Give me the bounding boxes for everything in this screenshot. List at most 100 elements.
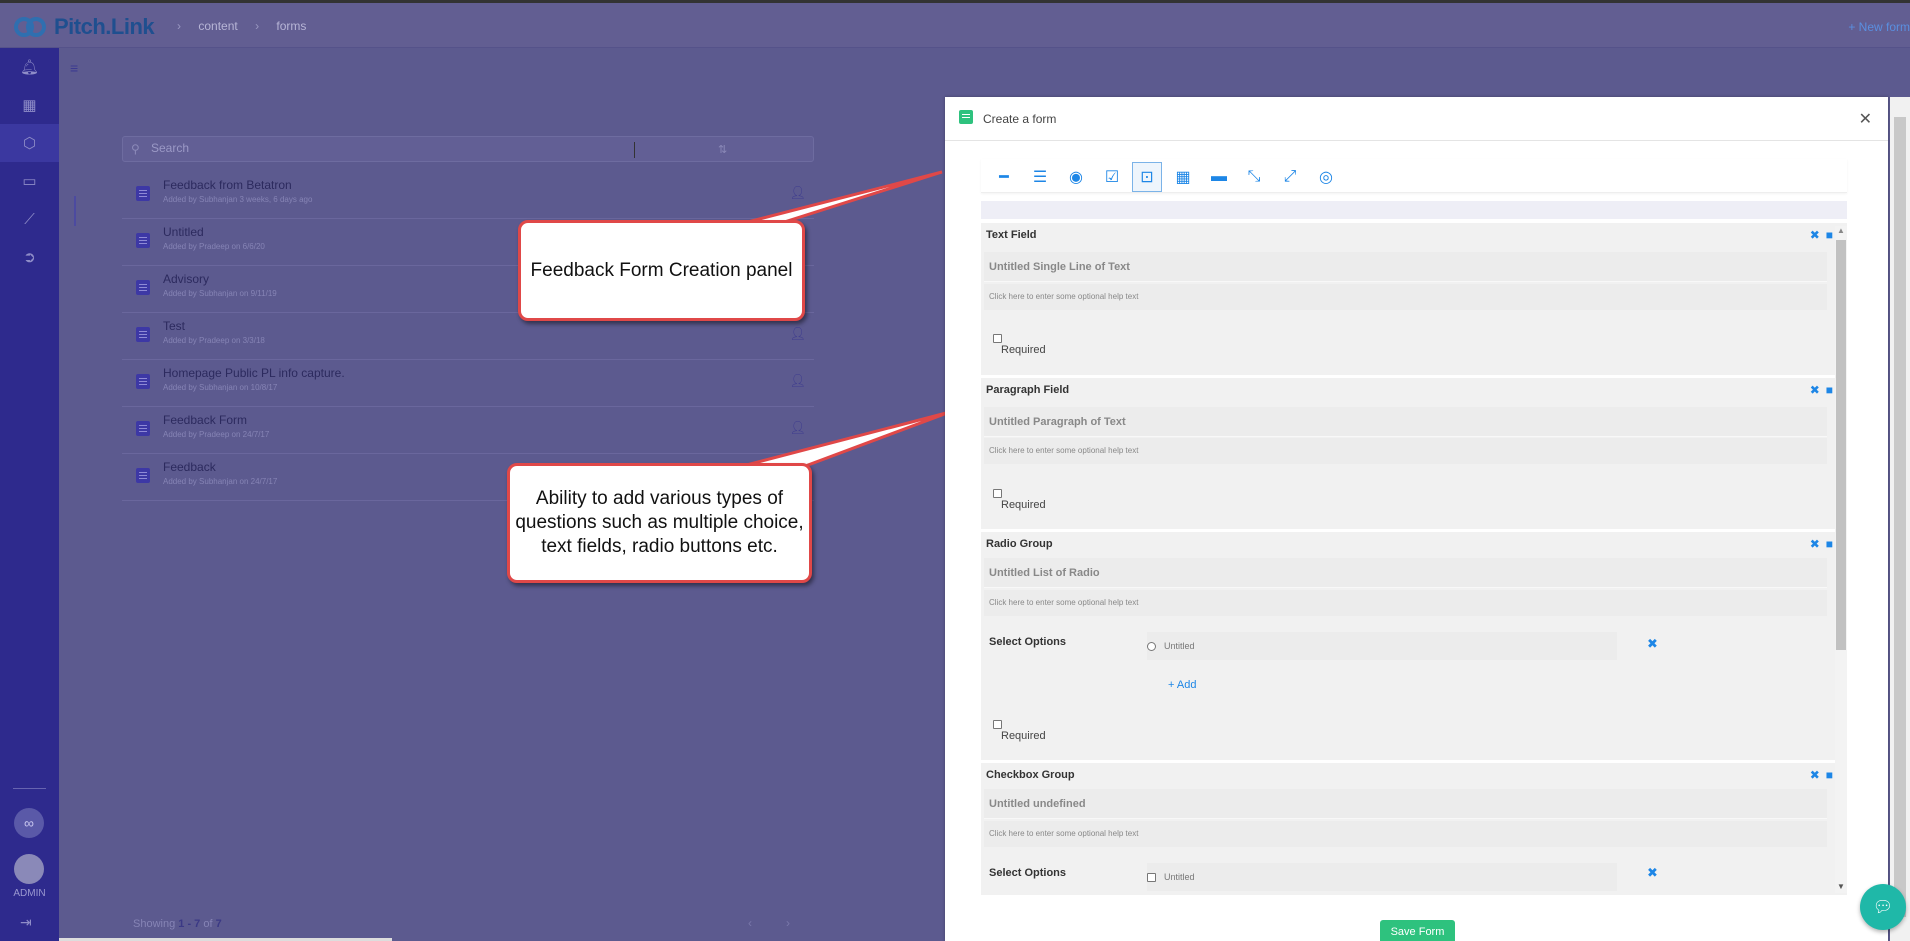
logout-icon[interactable]: ⇥: [20, 914, 32, 931]
checkbox-group-section[interactable]: Checkbox Group ✖ ■ Untitled undefined Cli…: [981, 763, 1847, 895]
checkbox-icon[interactable]: ☑: [1097, 162, 1127, 192]
new-form-link[interactable]: + New form: [1848, 20, 1910, 34]
assign-user-icon[interactable]: 👤︎: [789, 185, 806, 201]
remove-icon[interactable]: ✖: [1810, 537, 1820, 551]
chat-icon[interactable]: 💬︎: [1860, 884, 1906, 930]
option-row[interactable]: Untitled: [1147, 863, 1617, 891]
required-checkbox[interactable]: [993, 334, 1002, 343]
save-form-button[interactable]: Save Form: [1380, 920, 1455, 941]
pager-range: 1 - 7: [178, 918, 201, 930]
field-label-input[interactable]: Untitled List of Radio: [984, 558, 1827, 588]
radio-group-section[interactable]: Radio Group ✖ ■ Untitled List of Radio Cl…: [981, 532, 1847, 763]
assign-user-icon[interactable]: 👤︎: [789, 326, 806, 342]
folder-icon[interactable]: ■: [1826, 768, 1833, 782]
cube-icon[interactable]: ⬡: [0, 124, 59, 162]
help-text-input[interactable]: Click here to enter some optional help t…: [984, 821, 1827, 847]
page-scrollbar[interactable]: [1890, 97, 1910, 941]
remove-icon[interactable]: ✖: [1810, 383, 1820, 397]
dashboard-icon[interactable]: ▦: [0, 86, 59, 124]
drop-zone[interactable]: [981, 201, 1847, 219]
form-scrollbar[interactable]: ▲ ▼: [1835, 226, 1847, 893]
assign-user-icon[interactable]: 👤︎: [789, 373, 806, 389]
list-item[interactable]: Feedback Form Added by Pradeep on 24/7/1…: [122, 407, 814, 454]
breadcrumb-forms[interactable]: forms: [276, 19, 306, 33]
form-doc-icon: [136, 374, 150, 389]
remove-icon[interactable]: ✖: [1810, 228, 1820, 242]
scroll-up-icon[interactable]: ▲: [1837, 226, 1845, 235]
help-text-input[interactable]: Click here to enter some optional help t…: [984, 590, 1827, 616]
option-checkbox: [1147, 873, 1156, 882]
form-subtitle: Added by Pradeep on 3/3/18: [163, 336, 265, 345]
field-label-input[interactable]: Untitled Paragraph of Text: [984, 407, 1827, 437]
modal-header: Create a form ✕: [945, 97, 1888, 141]
list-item[interactable]: Feedback from Betatron Added by Subhanja…: [122, 172, 814, 219]
paragraph-icon[interactable]: ☰: [1025, 162, 1055, 192]
scroll-thumb[interactable]: [1836, 240, 1846, 650]
option-text[interactable]: Untitled: [1164, 872, 1195, 882]
field-label: Untitled Paragraph of Text: [989, 416, 1126, 428]
chart-icon[interactable]: ⟋: [0, 200, 59, 238]
folder-icon[interactable]: ■: [1826, 383, 1833, 397]
pager-info: Showing 1 - 7 of 7: [133, 918, 222, 930]
form-title: Test: [163, 319, 186, 333]
bell-icon[interactable]: 🔔︎: [0, 48, 59, 86]
breadcrumb-content[interactable]: content: [198, 19, 237, 33]
expand-icon[interactable]: ⤢: [1275, 162, 1305, 192]
assign-user-icon[interactable]: 👤︎: [789, 420, 806, 436]
paragraph-field-section[interactable]: Paragraph Field ✖ ■ Untitled Paragraph of…: [981, 378, 1847, 532]
list-item[interactable]: Homepage Public PL info capture. Added b…: [122, 360, 814, 407]
avatar[interactable]: [14, 854, 44, 884]
panel-icon[interactable]: ▬: [1204, 162, 1234, 192]
app-logo[interactable]: Pitch.Link: [12, 12, 155, 42]
circle-arrow-icon[interactable]: ➲: [0, 238, 59, 276]
select-options-label: Select Options: [989, 636, 1067, 648]
help-text-input[interactable]: Click here to enter some optional help t…: [984, 284, 1827, 310]
field-label-input[interactable]: Untitled undefined: [984, 789, 1827, 819]
sort-icon[interactable]: ⇅: [718, 143, 727, 156]
folder-icon[interactable]: ■: [1826, 228, 1833, 242]
menu-toggle-icon[interactable]: ≡: [70, 60, 78, 76]
option-radio: [1147, 642, 1156, 651]
required-checkbox[interactable]: [993, 489, 1002, 498]
selection-indicator: [74, 196, 76, 226]
select-options-label: Select Options: [989, 867, 1067, 879]
form-subtitle: Added by Pradeep on 24/7/17: [163, 430, 270, 439]
sidebar: 🔔︎ ▦ ⬡ ▭ ⟋ ➲ ∞ ADMIN ⇥: [0, 48, 59, 941]
help-text-input[interactable]: Click here to enter some optional help t…: [984, 438, 1827, 464]
form-subtitle: Added by Subhanjan on 10/8/17: [163, 383, 278, 392]
form-subtitle: Added by Subhanjan 3 weeks, 6 days ago: [163, 195, 313, 204]
presentation-icon[interactable]: ▭: [0, 162, 59, 200]
close-icon[interactable]: ✕: [1859, 109, 1872, 129]
compress-icon[interactable]: ⤡: [1239, 162, 1269, 192]
section-actions: ✖ ■: [1804, 383, 1833, 397]
field-label-input[interactable]: Untitled Single Line of Text: [984, 252, 1827, 282]
prev-page-icon[interactable]: ‹: [748, 916, 786, 930]
page-scroll-thumb[interactable]: [1894, 117, 1906, 917]
section-actions: ✖ ■: [1804, 768, 1833, 782]
option-row[interactable]: Untitled: [1147, 632, 1617, 660]
folder-icon[interactable]: ■: [1826, 537, 1833, 551]
scroll-down-icon[interactable]: ▼: [1837, 882, 1845, 891]
brand-icon[interactable]: ∞: [14, 808, 44, 838]
remove-option-icon[interactable]: ✖: [1647, 636, 1658, 652]
text-field-section[interactable]: Text Field ✖ ■ Untitled Single Line of Te…: [981, 223, 1847, 378]
form-title: Advisory: [163, 272, 210, 286]
add-option-label: Add: [1176, 679, 1197, 691]
sidebar-divider: [13, 788, 46, 789]
dropdown-icon[interactable]: ⊡: [1132, 162, 1162, 192]
calendar-icon[interactable]: ▦: [1168, 162, 1198, 192]
next-page-icon[interactable]: ›: [786, 916, 824, 930]
section-actions: ✖ ■: [1804, 228, 1833, 242]
add-option-button[interactable]: + Add: [1168, 679, 1196, 691]
option-text[interactable]: Untitled: [1164, 641, 1195, 651]
radio-icon[interactable]: ◉: [1061, 162, 1091, 192]
remove-icon[interactable]: ✖: [1810, 768, 1820, 782]
preview-eye-icon[interactable]: ◎: [1311, 162, 1341, 192]
form-title: Feedback Form: [163, 413, 248, 427]
required-checkbox[interactable]: [993, 720, 1002, 729]
search-input[interactable]: [151, 141, 631, 155]
form-builder-area: Text Field ✖ ■ Untitled Single Line of Te…: [981, 223, 1847, 895]
logo-mark-icon: [12, 12, 48, 42]
line-icon[interactable]: ━: [989, 162, 1019, 192]
remove-option-icon[interactable]: ✖: [1647, 865, 1658, 881]
